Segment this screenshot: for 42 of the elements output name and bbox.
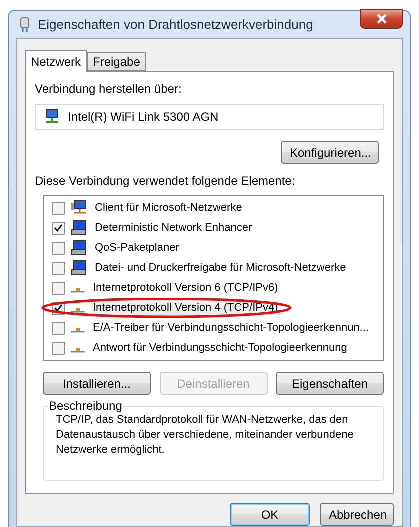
connect-label: Verbindung herstellen über: (35, 82, 183, 98)
computer-icon (71, 260, 87, 276)
protocol-icon (71, 348, 85, 353)
list-item[interactable]: Datei- und Druckerfreigabe für Microsoft-Netzwerke (93, 261, 348, 275)
list-item[interactable]: Internetprotokoll Version 6 (TCP/IPv6) (91, 281, 280, 295)
list-item[interactable]: Client für Microsoft-Netzwerke (93, 201, 244, 215)
checkmark-icon (54, 224, 63, 232)
close-button[interactable] (360, 8, 403, 28)
list-item[interactable]: Deterministic Network Enhancer (93, 221, 254, 235)
computer-icon (71, 220, 87, 236)
protocol-icon (71, 308, 85, 313)
tab[interactable]: Freigabe (87, 52, 146, 71)
list-item[interactable]: Antwort für Verbindungsschicht-Topologieerkennung (91, 341, 350, 355)
list-item[interactable]: E/A-Treiber für Verbindungsschicht-Topologieerkennun... (91, 321, 371, 335)
checkbox[interactable] (52, 262, 65, 274)
checkbox[interactable] (52, 282, 65, 294)
checkbox[interactable] (52, 322, 65, 334)
list-item[interactable]: Internetprotokoll Version 4 (TCP/IPv4) (91, 301, 280, 315)
tab[interactable]: Netzwerk (25, 50, 88, 72)
close-icon (376, 14, 388, 24)
group-title: Beschreibung (48, 399, 124, 413)
checkmark-icon (54, 304, 63, 312)
action-button[interactable]: Eigenschaften (276, 372, 384, 395)
network-computer-icon (71, 200, 87, 216)
network-computer-icon (44, 109, 60, 125)
adapter-name: Intel(R) WiFi Link 5300 AGN (68, 110, 219, 124)
window-title: Eigenschaften von Drahtlosnetzwerkverbindung (38, 17, 314, 32)
checkbox[interactable] (52, 202, 65, 214)
description-text: TCP/IP, das Standardprotokoll für WAN-Netzwerke, das den Datenaustausch über verschiedene, miteinander verbundene Netzwerke ermöglicht. (56, 413, 355, 458)
checkbox[interactable] (52, 242, 65, 254)
protocol-icon (71, 288, 85, 293)
items-label: Diese Verbindung verwendet folgende Elemente: (35, 174, 296, 190)
network-adapter-icon (20, 16, 30, 32)
action-button[interactable]: Installieren... (43, 372, 151, 395)
list-item[interactable]: QoS-Paketplaner (93, 241, 182, 255)
checkbox[interactable] (52, 222, 65, 234)
checkbox[interactable] (52, 342, 65, 354)
dialog-button[interactable]: OK (230, 503, 310, 526)
computer-icon (71, 240, 87, 256)
dialog-button[interactable]: Abbrechen (320, 503, 394, 526)
protocol-icon (71, 328, 85, 333)
configure-button[interactable]: Konfigurieren... (281, 141, 379, 164)
